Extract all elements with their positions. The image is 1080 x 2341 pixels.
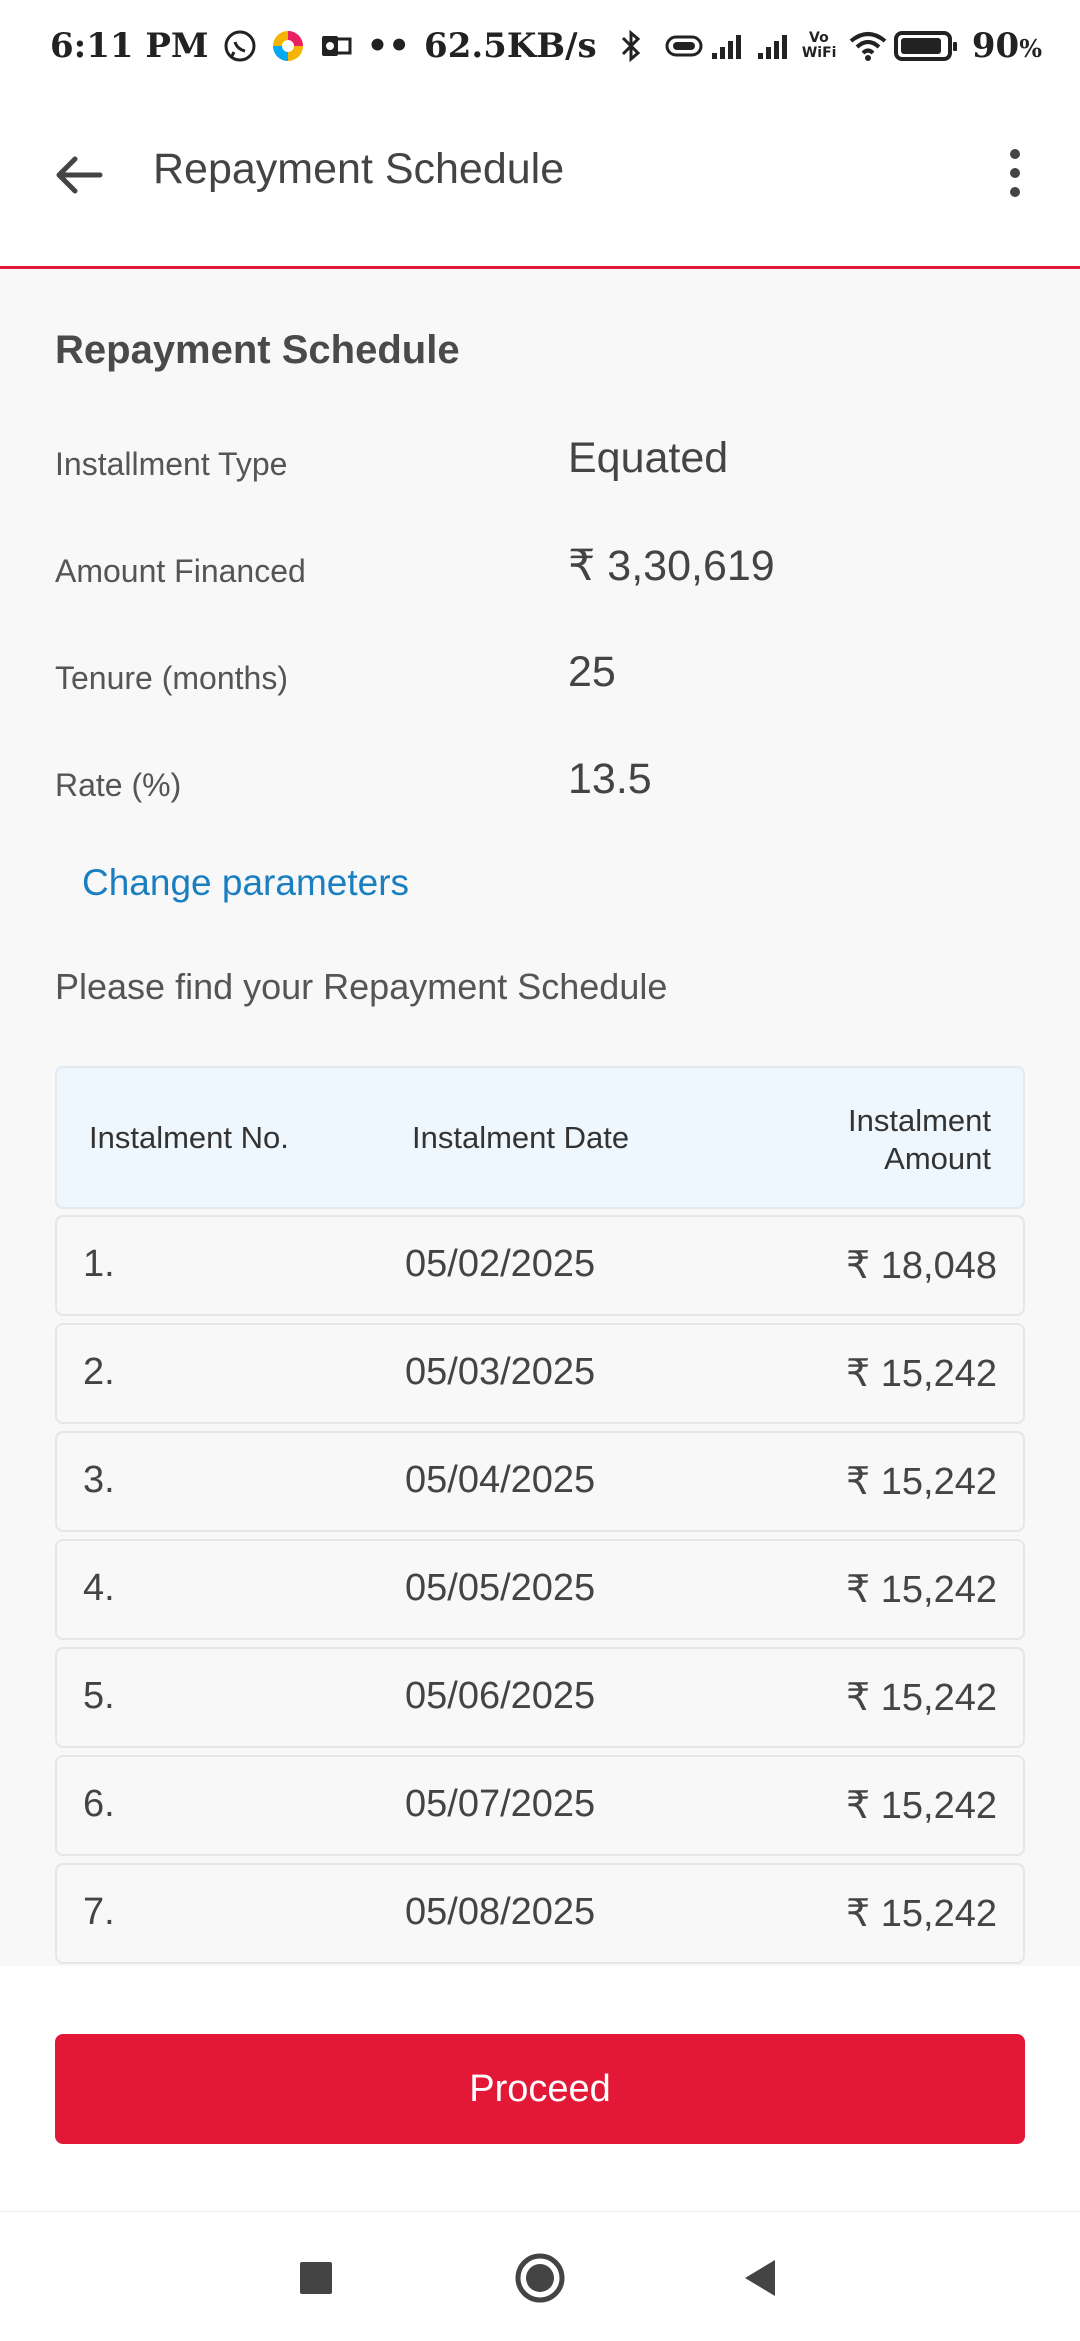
app-bar: Repayment Schedule	[0, 95, 1080, 269]
cell-date: 05/03/2025	[405, 1351, 596, 1393]
battery-icon	[893, 31, 957, 61]
cell-amount: ₹ 15,242	[846, 1461, 997, 1503]
cell-no: 1.	[83, 1243, 115, 1285]
param-tenure: Tenure (months) 25	[55, 648, 1035, 708]
cell-no: 5.	[83, 1675, 115, 1717]
table-row: 2. 05/03/2025 ₹ 15,242	[55, 1323, 1025, 1424]
repayment-table: Instalment No. Instalment Date Instalmen…	[55, 1066, 1025, 1971]
vowifi-label: Vo WiFi	[801, 30, 837, 61]
more-vertical-icon-dot	[1010, 187, 1020, 197]
param-label: Amount Financed	[55, 553, 306, 589]
table-row: 6. 05/07/2025 ₹ 15,242	[55, 1755, 1025, 1856]
cell-no: 4.	[83, 1567, 115, 1609]
header-amount-line1: Instalment	[847, 1103, 991, 1138]
cell-date: 05/07/2025	[405, 1783, 596, 1825]
schedule-intro-text: Please find your Repayment Schedule	[55, 966, 668, 1007]
param-value: 25	[568, 648, 616, 696]
cell-no: 6.	[83, 1783, 115, 1825]
param-rate: Rate (%) 13.5	[55, 755, 1035, 815]
param-label: Installment Type	[55, 446, 288, 482]
signal-2-icon	[756, 29, 790, 63]
cell-amount: ₹ 15,242	[846, 1893, 997, 1935]
header-amount-line2: Amount	[884, 1141, 991, 1176]
header-instalment-date: Instalment Date	[412, 1120, 630, 1155]
section-title: Repayment Schedule	[55, 328, 460, 372]
status-dots: ••	[366, 26, 411, 66]
bluetooth-icon	[618, 29, 652, 63]
cell-amount: ₹ 15,242	[846, 1677, 997, 1719]
app-color-icon	[271, 29, 305, 63]
app-bar-title: Repayment Schedule	[153, 145, 565, 193]
param-amount-financed: Amount Financed ₹ 3,30,619	[55, 541, 1035, 601]
system-back-button[interactable]	[730, 2248, 790, 2308]
proceed-button[interactable]: Proceed	[55, 2034, 1025, 2144]
cell-date: 05/05/2025	[405, 1567, 596, 1609]
param-label: Rate (%)	[55, 767, 182, 803]
triangle-left-icon	[745, 2260, 775, 2296]
status-right: Vo WiFi 90%	[618, 26, 1042, 66]
param-value: 13.5	[568, 755, 652, 803]
cell-date: 05/02/2025	[405, 1243, 596, 1285]
table-row: 5. 05/06/2025 ₹ 15,242	[55, 1647, 1025, 1748]
cell-date: 05/06/2025	[405, 1675, 596, 1717]
wifi-icon	[848, 29, 887, 63]
status-bar: 6:11 PM •• 62.5KB/s Vo WiFi 90%	[0, 0, 1080, 95]
status-left: 6:11 PM •• 62.5KB/s	[50, 26, 597, 66]
recents-button[interactable]	[286, 2248, 346, 2308]
cell-amount: ₹ 15,242	[846, 1569, 997, 1611]
cell-no: 2.	[83, 1351, 115, 1393]
param-label: Tenure (months)	[55, 660, 288, 696]
more-vertical-icon-dot	[1010, 168, 1020, 178]
table-row: 7. 05/08/2025 ₹ 15,242	[55, 1863, 1025, 1964]
status-time: 6:11 PM	[50, 26, 209, 66]
change-parameters-link[interactable]: Change parameters	[82, 862, 409, 904]
hotspot-icon	[664, 29, 703, 63]
table-row: 4. 05/05/2025 ₹ 15,242	[55, 1539, 1025, 1640]
cell-no: 3.	[83, 1459, 115, 1501]
cell-no: 7.	[83, 1891, 115, 1933]
system-nav-bar	[0, 2211, 1080, 2341]
network-speed: 62.5KB/s	[424, 26, 597, 66]
param-value: Equated	[568, 434, 729, 482]
header-instalment-amount: Instalment Amount	[791, 1102, 991, 1178]
signal-1-icon	[710, 29, 744, 63]
more-options-button[interactable]	[990, 143, 1040, 203]
table-row: 3. 05/04/2025 ₹ 15,242	[55, 1431, 1025, 1532]
outlook-icon	[319, 29, 353, 63]
battery-value: 90	[971, 26, 1020, 66]
cell-amount: ₹ 18,048	[846, 1245, 997, 1287]
param-value: ₹ 3,30,619	[568, 542, 775, 590]
whatsapp-icon	[223, 29, 257, 63]
table-row: 1. 05/02/2025 ₹ 18,048	[55, 1215, 1025, 1316]
back-button[interactable]	[48, 145, 108, 205]
cell-date: 05/04/2025	[405, 1459, 596, 1501]
cell-date: 05/08/2025	[405, 1891, 596, 1933]
more-vertical-icon-dot	[1010, 149, 1020, 159]
cell-amount: ₹ 15,242	[846, 1785, 997, 1827]
home-button[interactable]	[510, 2248, 570, 2308]
battery-percent: 90%	[972, 26, 1042, 66]
bottom-action-area: Proceed	[0, 1966, 1080, 2211]
param-installment-type: Installment Type Equated	[55, 434, 1035, 494]
cell-amount: ₹ 15,242	[846, 1353, 997, 1395]
circle-icon	[515, 2253, 565, 2303]
square-icon	[300, 2262, 332, 2294]
battery-unit: %	[1019, 34, 1042, 63]
header-instalment-no: Instalment No.	[89, 1120, 289, 1155]
table-header: Instalment No. Instalment Date Instalmen…	[55, 1066, 1025, 1209]
arrow-left-icon	[56, 156, 103, 194]
